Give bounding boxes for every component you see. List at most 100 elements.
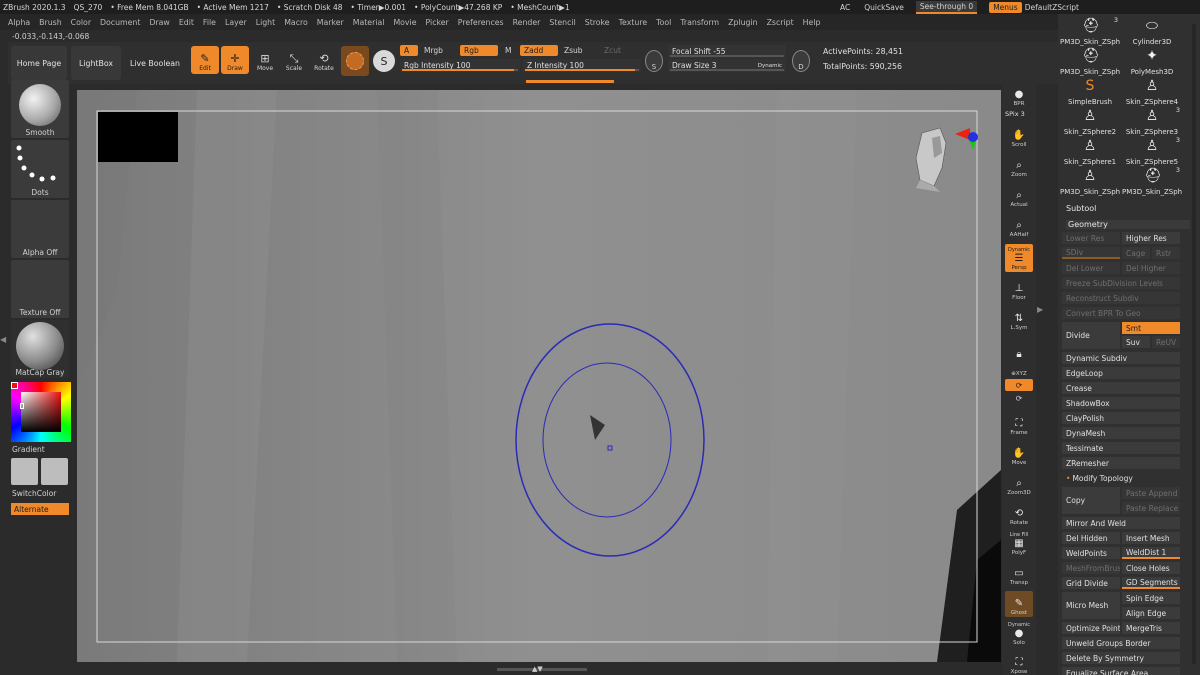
menu-item-zscript[interactable]: Zscript <box>767 18 794 27</box>
document-canvas[interactable] <box>77 90 1001 662</box>
menu-item-layer[interactable]: Layer <box>225 18 247 27</box>
menu-item-transform[interactable]: Transform <box>680 18 719 27</box>
align-edge-button[interactable]: Align Edge <box>1122 607 1180 619</box>
reconstruct-subdiv-button[interactable]: Reconstruct Subdiv <box>1062 292 1180 304</box>
bpr-button[interactable]: ● BPR <box>1005 82 1033 108</box>
stroke-icon[interactable]: S <box>373 50 395 72</box>
tool-thumb[interactable]: ♙ PM3D_Skin_ZSph <box>1060 166 1120 196</box>
sym-toggle-2-button[interactable]: ⟳ <box>1005 392 1033 404</box>
solo-button[interactable]: Dynamic ● Solo <box>1005 621 1033 647</box>
rotate-button[interactable]: ⟲ Rotate <box>310 46 338 74</box>
menu-item-stencil[interactable]: Stencil <box>549 18 575 27</box>
zremesher-header[interactable]: ZRemesher <box>1062 457 1180 469</box>
rotate-view-button[interactable]: ⟲ Rotate <box>1005 501 1033 527</box>
del-lower-button[interactable]: Del Lower <box>1062 262 1120 274</box>
menu-item-edit[interactable]: Edit <box>179 18 194 27</box>
rgb-intensity-slider[interactable]: Rgb Intensity 100 <box>400 59 520 72</box>
tool-thumb[interactable]: ♙ Skin_ZSphere5 3 <box>1122 136 1182 166</box>
optimize-points-button[interactable]: Optimize Points <box>1062 622 1120 634</box>
menu-item-light[interactable]: Light <box>256 18 275 27</box>
panel-scrollbar[interactable] <box>1192 24 1196 664</box>
suv-toggle[interactable]: Suv <box>1122 336 1150 348</box>
move-view-button[interactable]: ✋ Move <box>1005 441 1033 467</box>
menu-item-texture[interactable]: Texture <box>619 18 648 27</box>
scale-button[interactable]: ⤡ Scale <box>280 46 308 74</box>
live-boolean-button[interactable]: Live Boolean <box>126 46 184 80</box>
floor-button[interactable]: ⊥ Floor <box>1005 276 1033 302</box>
xyz-button[interactable]: ⊕XYZ <box>1005 360 1033 378</box>
edgeloop-header[interactable]: EdgeLoop <box>1062 367 1180 379</box>
sdiv-slider[interactable]: SDiv <box>1062 247 1120 259</box>
sym-toggle-button[interactable]: ⟳ <box>1005 379 1033 391</box>
z-intensity-slider[interactable]: Z Intensity 100 <box>523 59 641 72</box>
xpose-button[interactable]: ⛶ Xpose <box>1005 650 1033 675</box>
menu-item-macro[interactable]: Macro <box>284 18 308 27</box>
spin-edge-button[interactable]: Spin Edge <box>1122 592 1180 604</box>
tool-thumb[interactable]: ♙ Skin_ZSphere3 3 <box>1122 106 1182 136</box>
freeze-subdiv-button[interactable]: Freeze SubDivision Levels <box>1062 277 1180 289</box>
polyf-button[interactable]: Line Fill ▦ PolyF <box>1005 531 1033 557</box>
zcut-toggle[interactable]: Zcut <box>600 45 630 56</box>
geometry-header[interactable]: Geometry <box>1066 220 1190 229</box>
main-color-swatch[interactable] <box>11 382 18 389</box>
menu-item-render[interactable]: Render <box>513 18 541 27</box>
tessimate-header[interactable]: Tessimate <box>1062 442 1180 454</box>
zoom3d-button[interactable]: ⌕ Zoom3D <box>1005 471 1033 497</box>
lower-res-button[interactable]: Lower Res <box>1062 232 1120 244</box>
menu-item-zplugin[interactable]: Zplugin <box>728 18 757 27</box>
paste-append-button[interactable]: Paste Append <box>1122 487 1180 499</box>
dynamic-subdiv-header[interactable]: Dynamic Subdiv <box>1062 352 1180 364</box>
menu-item-help[interactable]: Help <box>803 18 821 27</box>
rgb-toggle[interactable]: Rgb <box>460 45 498 56</box>
menu-item-draw[interactable]: Draw <box>149 18 169 27</box>
tool-thumb[interactable]: ⬭ Cylinder3D <box>1122 16 1182 46</box>
tool-thumb[interactable]: ✦ PolyMesh3D <box>1122 46 1182 76</box>
tool-thumb[interactable]: ♙ Skin_ZSphere1 <box>1060 136 1120 166</box>
tool-thumb[interactable]: ♙ Skin_ZSphere4 <box>1122 76 1182 106</box>
m-toggle[interactable]: M <box>501 45 515 56</box>
menu-item-alpha[interactable]: Alpha <box>8 18 30 27</box>
menu-item-color[interactable]: Color <box>71 18 91 27</box>
smt-toggle[interactable]: Smt <box>1122 322 1180 334</box>
left-collapse-arrow-icon[interactable]: ◀ <box>0 335 6 349</box>
copy-button[interactable]: Copy <box>1062 487 1120 514</box>
equalize-surface-button[interactable]: Equalize Surface Area <box>1062 667 1180 675</box>
right-collapse-arrow-icon[interactable]: ▶ <box>1037 305 1045 319</box>
move-button[interactable]: ⊞ Move <box>251 46 279 74</box>
grid-divide-button[interactable]: Grid Divide <box>1062 577 1120 589</box>
color-picker-cursor[interactable] <box>20 403 24 409</box>
rstr-button[interactable]: Rstr <box>1152 247 1180 259</box>
ac-button[interactable]: AC <box>840 3 850 12</box>
higher-res-button[interactable]: Higher Res <box>1122 232 1180 244</box>
paste-replace-button[interactable]: Paste Replace <box>1122 502 1180 514</box>
lsym-button[interactable]: ⇅ L.Sym <box>1005 306 1033 332</box>
divide-button[interactable]: Divide <box>1062 322 1120 349</box>
sv-square[interactable] <box>21 392 61 432</box>
merge-tris-button[interactable]: MergeTris <box>1122 622 1180 634</box>
convert-bpr-button[interactable]: Convert BPR To Geo <box>1062 307 1180 319</box>
draw-size-slider[interactable]: Draw Size 3 Dynamic <box>668 59 786 72</box>
see-through-slider[interactable]: See-through 0 <box>915 0 978 14</box>
toolbar-scroll-indicator[interactable] <box>526 80 614 83</box>
lightbox-button[interactable]: LightBox <box>71 46 121 80</box>
menu-item-file[interactable]: File <box>203 18 216 27</box>
menu-item-material[interactable]: Material <box>353 18 385 27</box>
frame-button[interactable]: ⛶ Frame <box>1005 411 1033 437</box>
material-swatch[interactable] <box>341 46 369 76</box>
focal-shift-slider[interactable]: Focal Shift -55 <box>668 45 786 58</box>
gd-segments-slider[interactable]: GD Segments 3 <box>1122 577 1180 589</box>
menu-item-stroke[interactable]: Stroke <box>585 18 610 27</box>
insert-mesh-button[interactable]: Insert Mesh <box>1122 532 1180 544</box>
zsub-toggle[interactable]: Zsub <box>560 45 596 56</box>
dynamesh-header[interactable]: DynaMesh <box>1062 427 1180 439</box>
menu-item-movie[interactable]: Movie <box>393 18 416 27</box>
secondary-color-swatch[interactable] <box>41 458 68 485</box>
color-picker[interactable] <box>11 382 71 442</box>
subtool-header[interactable]: Subtool <box>1066 204 1096 213</box>
tool-thumb[interactable]: ⛑ PM3D_Skin_ZSph <box>1060 46 1120 76</box>
actual-button[interactable]: ⌕ Actual <box>1005 183 1033 209</box>
transp-button[interactable]: ▭ Transp <box>1005 561 1033 587</box>
quicksave-button[interactable]: QuickSave <box>864 3 904 12</box>
reuv-toggle[interactable]: ReUV <box>1152 336 1180 348</box>
aahalf-button[interactable]: ⌕ AAHalf <box>1005 213 1033 239</box>
